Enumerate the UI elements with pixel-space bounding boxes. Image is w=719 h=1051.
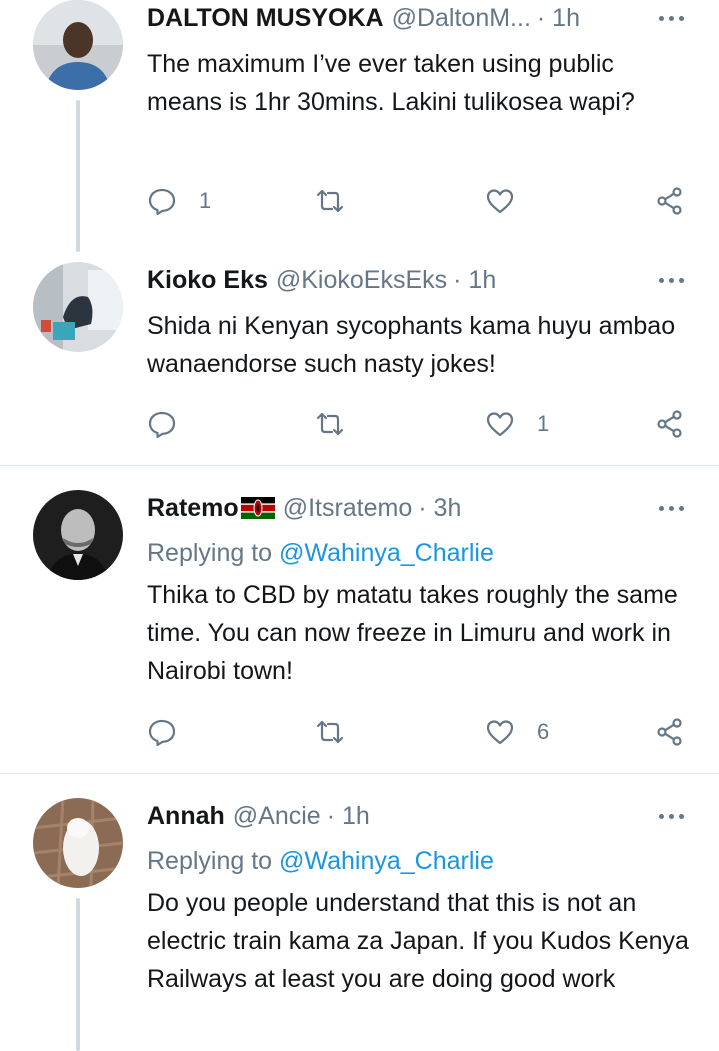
replying-to: Replying to @Wahinya_Charlie <box>147 844 494 878</box>
retweet-button[interactable] <box>315 712 345 752</box>
retweet-icon <box>315 186 345 216</box>
user-handle[interactable]: @Itsratemo <box>283 491 413 525</box>
tweet-actions: 6 <box>147 712 692 752</box>
user-handle[interactable]: @Ancie <box>233 799 321 833</box>
reply-icon <box>147 409 177 439</box>
tweet-actions: 1 <box>147 404 692 444</box>
display-name[interactable]: Annah <box>147 799 225 833</box>
reply-count: 1 <box>199 188 212 213</box>
like-button[interactable]: 1 <box>485 404 549 444</box>
tweet-text: Thika to CBD by matatu takes roughly the… <box>147 581 678 685</box>
like-count: 6 <box>537 719 550 744</box>
user-handle[interactable]: @DaltonM... <box>392 1 531 35</box>
replying-to-label: Replying to <box>147 847 280 875</box>
avatar[interactable] <box>33 262 123 352</box>
reply-icon <box>147 717 177 747</box>
share-icon <box>655 409 685 439</box>
thread-line <box>76 898 80 1051</box>
like-button[interactable]: 6 <box>485 712 549 752</box>
share-icon <box>655 717 685 747</box>
tweet[interactable]: Ratemo @Itsratemo · 3h Replying to @Wahi… <box>0 466 719 773</box>
reply-button[interactable] <box>147 404 199 444</box>
tweet-header: Annah @Ancie · 1h <box>147 799 689 833</box>
replying-to-label: Replying to <box>147 539 280 567</box>
reply-button[interactable]: 1 <box>147 181 211 221</box>
heart-icon <box>485 717 515 747</box>
mention-link[interactable]: @Wahinya_Charlie <box>279 847 494 875</box>
more-icon[interactable] <box>653 263 689 297</box>
heart-icon <box>485 186 515 216</box>
tweet-actions: 1 <box>147 181 692 221</box>
timestamp[interactable]: · 1h <box>537 1 580 35</box>
tweet[interactable]: Annah @Ancie · 1h Replying to @Wahinya_C… <box>0 774 719 1051</box>
avatar[interactable] <box>33 490 123 580</box>
avatar[interactable] <box>33 0 123 90</box>
thread-line <box>76 100 80 252</box>
replying-to: Replying to @Wahinya_Charlie <box>147 536 494 570</box>
tweet-text: Do you people understand that this is no… <box>147 889 689 993</box>
retweet-button[interactable] <box>315 404 345 444</box>
user-handle[interactable]: @KiokoEksEks <box>276 263 447 297</box>
timestamp[interactable]: · 1h <box>327 799 370 833</box>
tweet-header: Ratemo @Itsratemo · 3h <box>147 491 689 525</box>
more-icon[interactable] <box>653 799 689 833</box>
kenya-flag-icon <box>240 497 275 519</box>
tweet-text: Shida ni Kenyan sycophants kama huyu amb… <box>147 312 676 378</box>
avatar[interactable] <box>33 798 123 888</box>
more-icon[interactable] <box>653 1 689 35</box>
reply-icon <box>147 186 177 216</box>
like-count: 1 <box>537 411 550 436</box>
tweet-text: The maximum I’ve ever taken using public… <box>147 50 635 116</box>
tweet[interactable]: Kioko Eks @KiokoEksEks · 1h Shida ni Ken… <box>0 252 719 465</box>
retweet-icon <box>315 717 345 747</box>
heart-icon <box>485 409 515 439</box>
tweet-header: Kioko Eks @KiokoEksEks · 1h <box>147 263 689 297</box>
timestamp[interactable]: · 3h <box>418 491 461 525</box>
tweet[interactable]: DALTON MUSYOKA @DaltonM... · 1h The maxi… <box>0 0 719 252</box>
share-button[interactable] <box>655 181 685 221</box>
share-button[interactable] <box>655 712 685 752</box>
like-button[interactable] <box>485 181 537 221</box>
reply-button[interactable] <box>147 712 199 752</box>
tweet-header: DALTON MUSYOKA @DaltonM... · 1h <box>147 1 689 35</box>
share-button[interactable] <box>655 404 685 444</box>
mention-link[interactable]: @Wahinya_Charlie <box>279 539 494 567</box>
retweet-icon <box>315 409 345 439</box>
share-icon <box>655 186 685 216</box>
display-name[interactable]: Ratemo <box>147 491 239 525</box>
timestamp[interactable]: · 1h <box>453 263 496 297</box>
display-name[interactable]: Kioko Eks <box>147 263 268 297</box>
display-name[interactable]: DALTON MUSYOKA <box>147 1 384 35</box>
more-icon[interactable] <box>653 491 689 525</box>
retweet-button[interactable] <box>315 181 345 221</box>
